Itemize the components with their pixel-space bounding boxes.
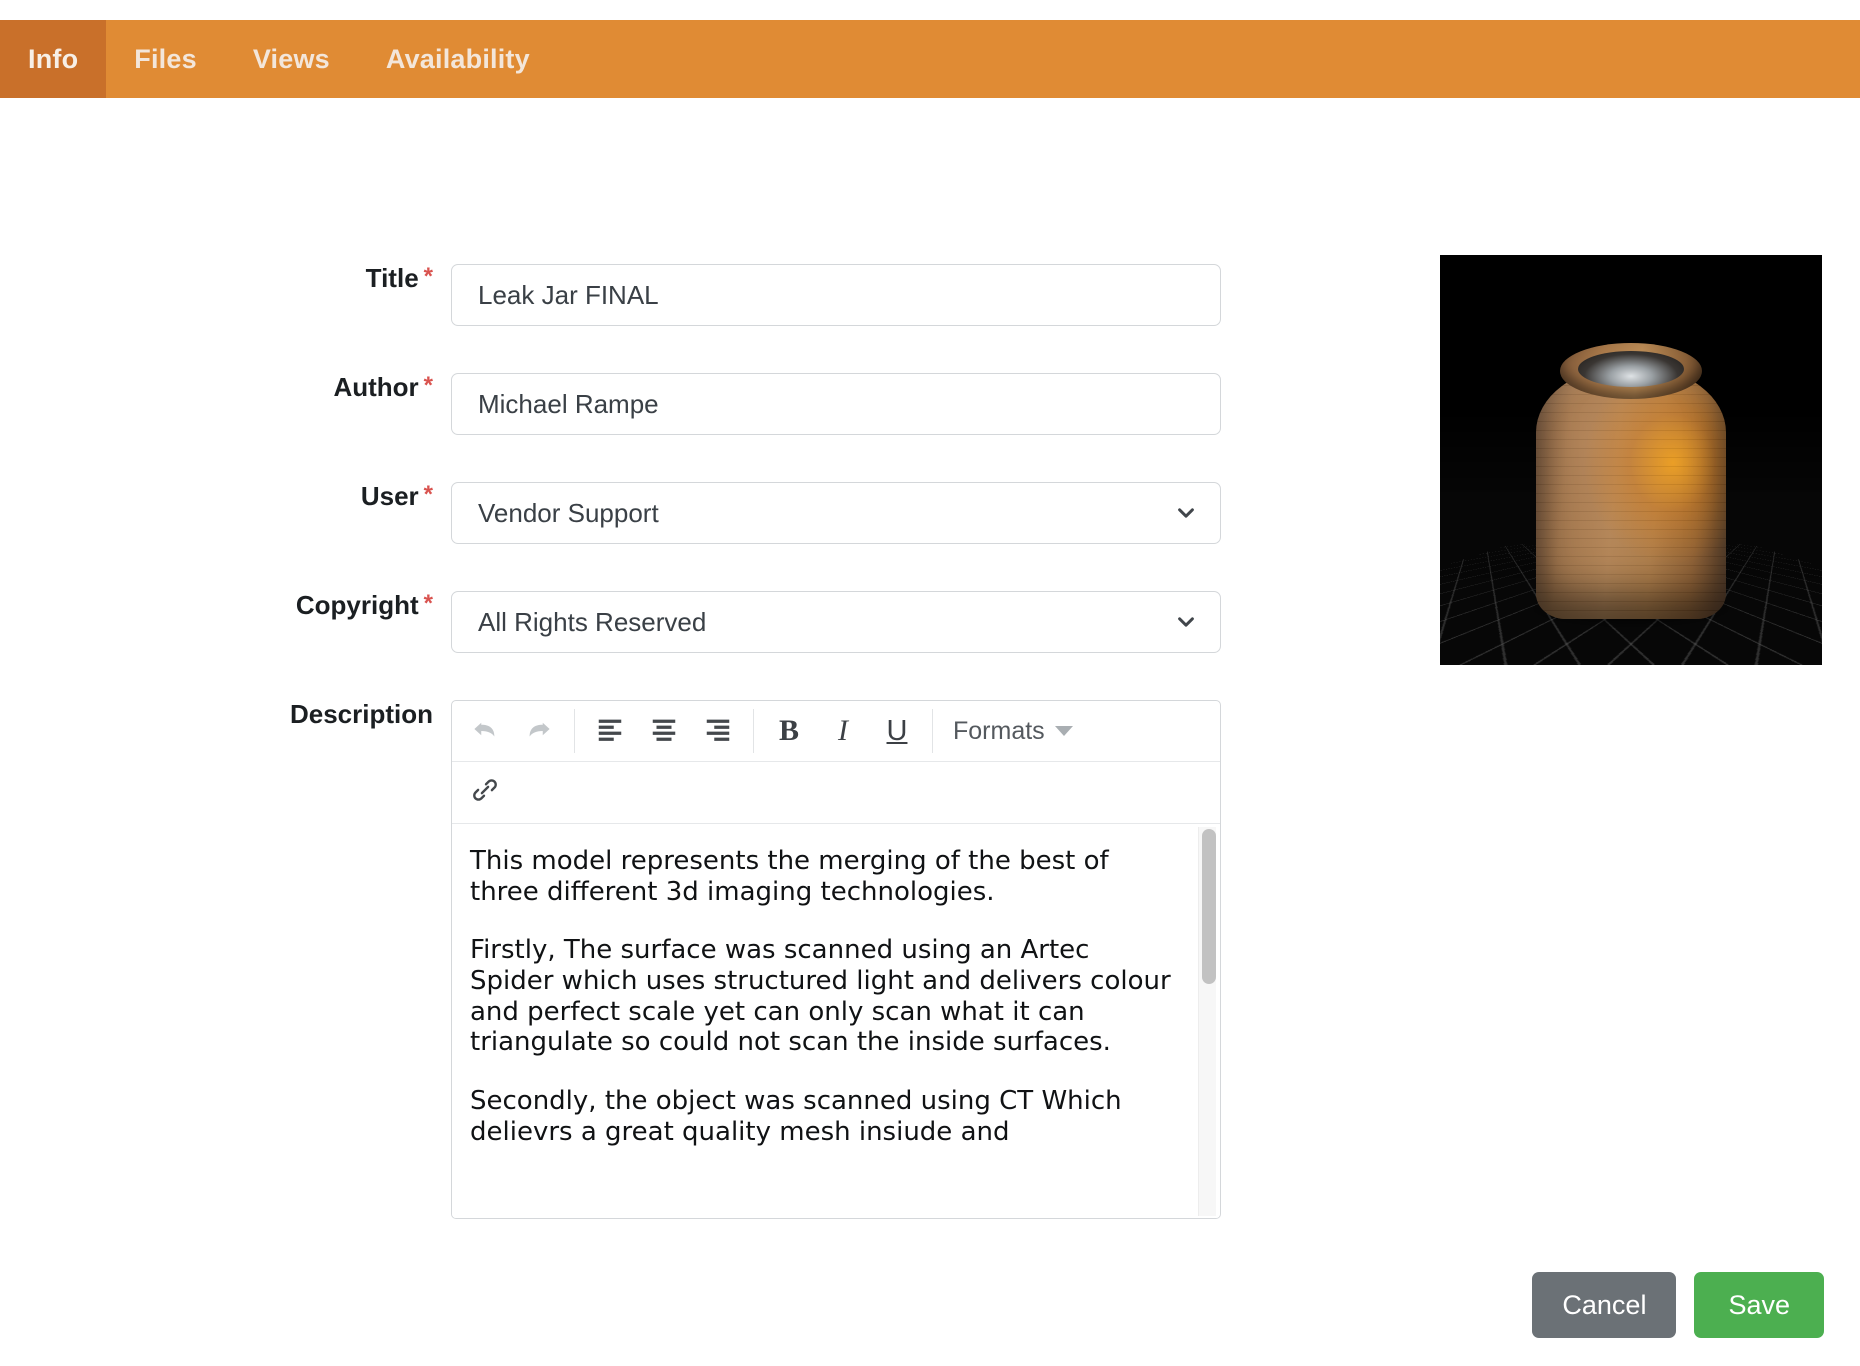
title-input[interactable]: Leak Jar FINAL xyxy=(451,264,1221,326)
model-thumbnail xyxy=(1440,255,1822,665)
link-icon xyxy=(470,775,500,810)
author-input[interactable]: Michael Rampe xyxy=(451,373,1221,435)
copyright-field-wrap: All Rights Reserved xyxy=(451,591,1221,653)
redo-button[interactable] xyxy=(512,708,566,754)
user-label-text: User xyxy=(360,481,419,511)
tab-availability-label: Availability xyxy=(385,43,530,74)
underline-icon: U xyxy=(886,714,908,747)
insert-link-button[interactable] xyxy=(458,770,512,816)
tab-files-label: Files xyxy=(134,43,197,74)
field-row-copyright: Copyright * All Rights Reserved xyxy=(206,590,1221,653)
rich-text-editor: B I U Formats This model represents the … xyxy=(451,700,1221,1219)
title-required-asterisk: * xyxy=(423,263,433,290)
copyright-label-text: Copyright xyxy=(295,590,419,620)
description-scrollbar[interactable] xyxy=(1198,827,1216,1216)
description-field-wrap: B I U Formats This model represents the … xyxy=(451,700,1221,1219)
description-paragraph: Secondly, the object was scanned using C… xyxy=(470,1086,1122,1147)
copyright-label: Copyright * xyxy=(206,590,451,620)
align-left-icon xyxy=(595,714,625,749)
jar-opening xyxy=(1578,351,1684,388)
scrollbar-thumb[interactable] xyxy=(1202,829,1216,984)
tab-info[interactable]: Info xyxy=(0,20,107,98)
copyright-required-asterisk: * xyxy=(423,590,433,617)
author-required-asterisk: * xyxy=(423,372,433,399)
formats-label: Formats xyxy=(953,716,1045,745)
user-select[interactable]: Vendor Support xyxy=(451,482,1221,544)
title-label-text: Title xyxy=(365,263,419,293)
user-required-asterisk: * xyxy=(423,481,433,508)
align-left-button[interactable] xyxy=(583,708,637,754)
tab-info-label: Info xyxy=(28,43,79,74)
tab-files[interactable]: Files xyxy=(106,20,225,98)
undo-icon xyxy=(470,714,500,749)
description-paragraph: This model represents the merging of the… xyxy=(470,846,1109,907)
underline-button[interactable]: U xyxy=(870,708,924,754)
editor-toolbar-row-1: B I U Formats xyxy=(452,701,1220,762)
user-label: User * xyxy=(206,481,451,511)
italic-button[interactable]: I xyxy=(816,708,870,754)
description-textarea[interactable]: This model represents the merging of the… xyxy=(452,823,1220,1218)
editor-toolbar-row-2 xyxy=(452,762,1220,823)
formats-dropdown[interactable]: Formats xyxy=(941,717,1083,746)
author-label-text: Author xyxy=(333,372,419,402)
align-right-button[interactable] xyxy=(691,708,745,754)
align-center-button[interactable] xyxy=(637,708,691,754)
author-field-wrap: Michael Rampe xyxy=(451,373,1221,435)
title-field-wrap: Leak Jar FINAL xyxy=(451,264,1221,326)
undo-button[interactable] xyxy=(458,708,512,754)
description-label: Description xyxy=(206,700,451,729)
author-label: Author * xyxy=(206,372,451,402)
copyright-select[interactable]: All Rights Reserved xyxy=(451,591,1221,653)
jar-throw-rings xyxy=(1536,367,1726,620)
field-row-description: Description B I U Formats This model rep… xyxy=(206,700,1221,1219)
form-actions: Cancel Save xyxy=(0,1272,1860,1338)
tab-views[interactable]: Views xyxy=(225,20,358,98)
align-center-icon xyxy=(649,714,679,749)
field-row-author: Author * Michael Rampe xyxy=(206,372,1221,435)
save-button[interactable]: Save xyxy=(1694,1272,1824,1338)
toolbar-divider xyxy=(932,709,933,753)
description-content: This model represents the merging of the… xyxy=(452,824,1220,1147)
italic-icon: I xyxy=(838,714,848,747)
description-paragraph: Firstly, The surface was scanned using a… xyxy=(470,935,1171,1058)
tab-availability[interactable]: Availability xyxy=(358,20,558,98)
toolbar-divider xyxy=(753,709,754,753)
tab-views-label: Views xyxy=(252,43,330,74)
bold-button[interactable]: B xyxy=(762,708,816,754)
title-label: Title * xyxy=(206,263,451,293)
jar-body xyxy=(1536,367,1726,620)
toolbar-divider xyxy=(574,709,575,753)
jar-model xyxy=(1522,315,1740,630)
caret-down-icon xyxy=(1054,726,1073,736)
align-right-icon xyxy=(703,714,733,749)
tab-bar: Info Files Views Availability xyxy=(0,20,1860,98)
field-row-title: Title * Leak Jar FINAL xyxy=(206,263,1221,326)
description-label-text: Description xyxy=(289,699,433,729)
bold-icon: B xyxy=(778,714,799,747)
user-field-wrap: Vendor Support xyxy=(451,482,1221,544)
field-row-user: User * Vendor Support xyxy=(206,481,1221,544)
cancel-button[interactable]: Cancel xyxy=(1532,1272,1677,1338)
redo-icon xyxy=(524,714,554,749)
